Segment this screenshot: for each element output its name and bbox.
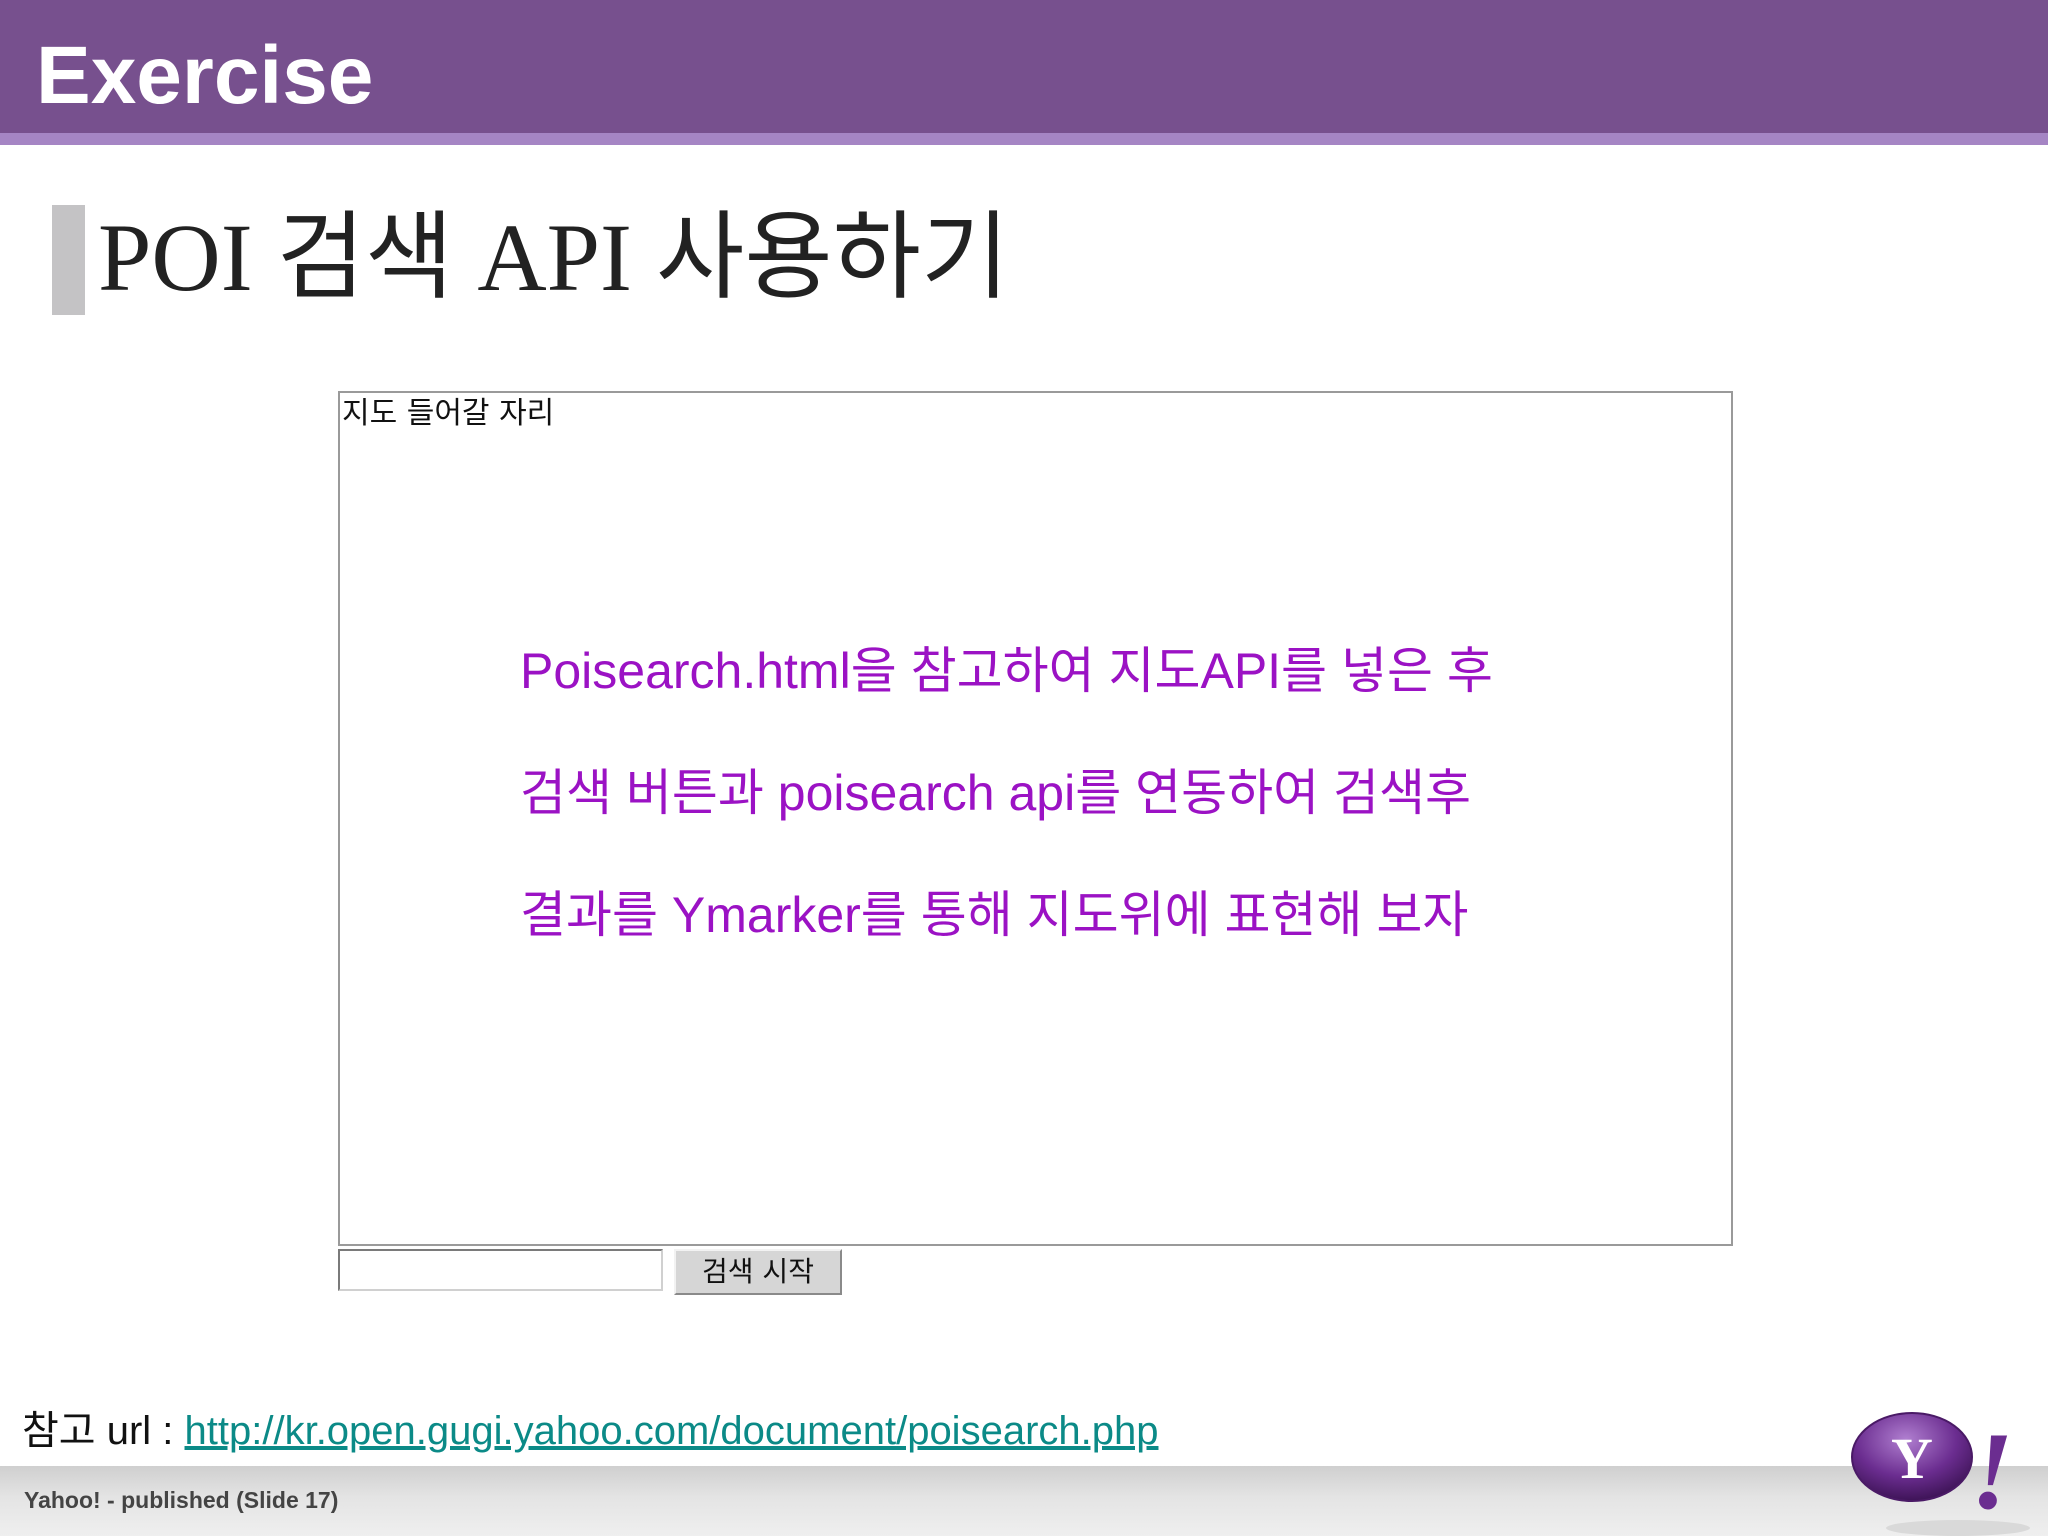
yahoo-logo-icon: Y ! [1851, 1410, 2030, 1536]
instruction-line: 결과를 Ymarker를 통해 지도위에 표현해 보자 [520, 887, 1469, 943]
reference-url: 참고 url : http://kr.open.gugi.yahoo.com/d… [22, 1405, 1158, 1457]
footer-text: Yahoo! - published (Slide 17) [24, 1487, 339, 1513]
instruction-line: 검색 버튼과 poisearch api를 연동하여 검색후 [520, 765, 1471, 821]
reference-link[interactable]: http://kr.open.gugi.yahoo.com/document/p… [185, 1409, 1159, 1453]
logo-letter: Y [1891, 1426, 1933, 1491]
search-start-button[interactable]: 검색 시작 [674, 1249, 842, 1295]
header-title: Exercise [36, 30, 374, 121]
reference-label: 참고 url : [22, 1409, 185, 1453]
search-input[interactable] [338, 1249, 663, 1291]
instruction-line: Poisearch.html을 참고하여 지도API를 넣은 후 [520, 643, 1493, 699]
title-accent-bar [52, 205, 85, 315]
map-placeholder-text: 지도 들어갈 자리 [342, 396, 555, 431]
instructions: Poisearch.html을 참고하여 지도API를 넣은 후 검색 버튼과 … [520, 610, 1620, 976]
slide-title: POI 검색 API 사용하기 [98, 204, 1010, 311]
logo-mark: ! [1971, 1410, 2014, 1532]
header-stripe [0, 133, 2048, 145]
